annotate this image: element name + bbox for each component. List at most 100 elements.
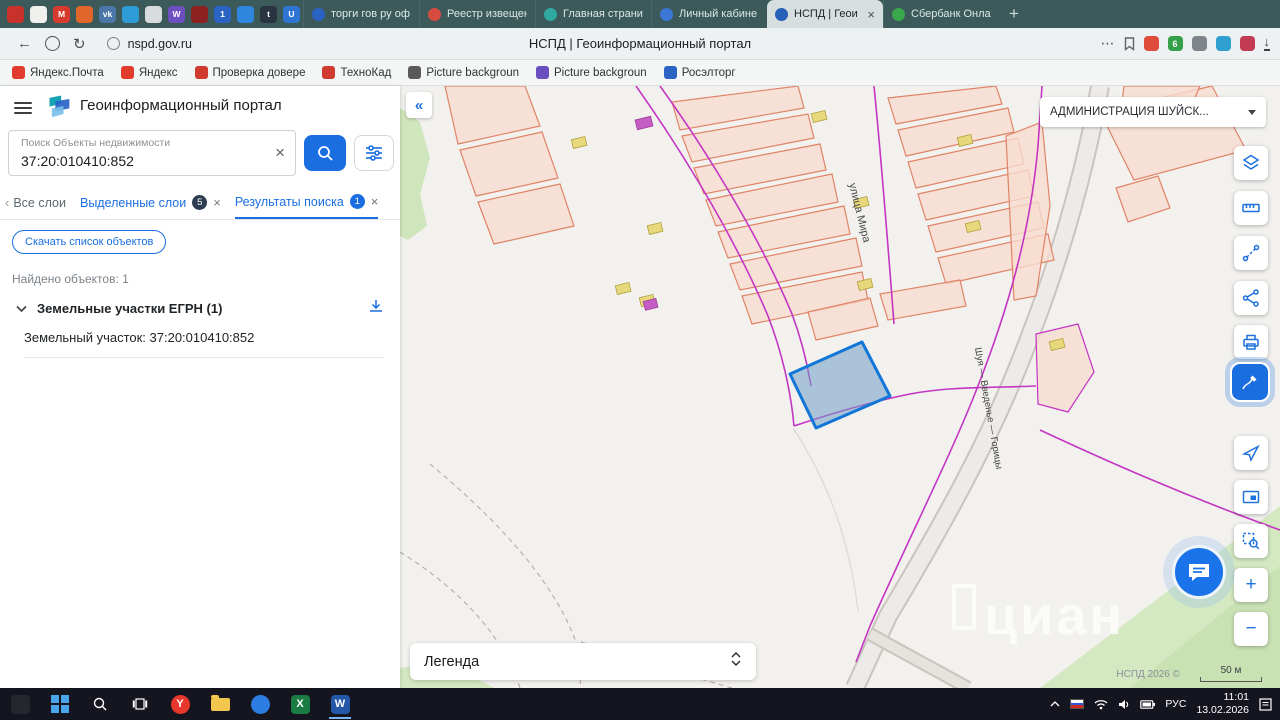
word-taskbar[interactable]: W xyxy=(320,688,360,720)
battery-icon[interactable] xyxy=(1140,699,1156,709)
navigation-arrow-icon xyxy=(1241,444,1260,462)
tab-close-icon[interactable]: × xyxy=(867,7,875,22)
tab-torgi[interactable]: торги гов ру оф xyxy=(303,0,419,28)
active-window-indicator xyxy=(329,717,351,719)
extension-icon[interactable] xyxy=(1215,36,1231,51)
overview-map-button[interactable] xyxy=(1234,480,1268,514)
url-text[interactable]: nspd.gov.ru xyxy=(128,37,192,51)
tab-sberbank[interactable]: Сбербанк Онла xyxy=(883,0,999,28)
tab-close-icon[interactable]: × xyxy=(213,195,221,210)
group-download-icon[interactable] xyxy=(368,298,384,319)
legend-bar[interactable]: Легенда xyxy=(410,643,756,680)
bookmark-item[interactable]: ТехноКад xyxy=(322,66,391,79)
downloads-icon[interactable]: ↓ xyxy=(1263,35,1270,51)
site-info-icon[interactable] xyxy=(106,37,120,50)
taskbar-search-button[interactable] xyxy=(80,688,120,720)
volume-icon[interactable] xyxy=(1118,699,1130,710)
more-menu-icon[interactable]: ⋯ xyxy=(1101,35,1115,52)
tab-label: Все слои xyxy=(13,195,66,210)
menu-hamburger-icon[interactable] xyxy=(14,99,32,117)
tab-lichny-kabinet[interactable]: Личный кабине xyxy=(651,0,767,28)
tab-nspd-active[interactable]: НСПД | Геои × xyxy=(767,0,883,28)
file-explorer-taskbar[interactable] xyxy=(200,688,240,720)
taskbar-clock[interactable]: 11:01 13.02.2026 xyxy=(1196,691,1249,717)
search-button[interactable] xyxy=(304,135,346,171)
pinned-tab[interactable]: W xyxy=(168,5,185,23)
locate-button[interactable] xyxy=(1234,436,1268,470)
pinned-tab[interactable]: t xyxy=(260,5,277,23)
action-center-icon[interactable] xyxy=(1259,697,1272,711)
pinned-tab[interactable] xyxy=(191,5,208,23)
result-item[interactable]: Земельный участок: 37:20:010410:852 xyxy=(24,330,384,358)
print-icon xyxy=(1243,334,1259,350)
pinned-tab[interactable]: U xyxy=(283,5,300,23)
map-canvas[interactable]: улица Мира Шуя — Введенье — Горицы циан … xyxy=(400,86,1280,688)
measure-button[interactable] xyxy=(1234,236,1268,270)
search-input[interactable]: Поиск Объекты недвижимости 37:20:010410:… xyxy=(8,130,296,176)
bookmark-item[interactable]: Проверка довере xyxy=(194,66,305,79)
windows-start-button[interactable] xyxy=(40,688,80,720)
new-tab-button[interactable]: + xyxy=(1009,4,1019,24)
draw-tool-button-active[interactable] xyxy=(1230,362,1270,402)
search-value[interactable]: 37:20:010410:852 xyxy=(21,153,134,169)
extension-icon[interactable]: 6 xyxy=(1167,36,1183,51)
extension-icon[interactable] xyxy=(1191,36,1207,51)
bookmark-item[interactable]: Picture backgroun xyxy=(408,66,519,79)
download-list-button[interactable]: Скачать список объектов xyxy=(12,230,167,254)
tab-search-results[interactable]: Результаты поиска 1 × xyxy=(234,186,379,219)
extension-icon[interactable] xyxy=(1143,36,1159,51)
blue-app-taskbar[interactable] xyxy=(240,688,280,720)
share-button[interactable] xyxy=(1234,281,1268,315)
area-search-button[interactable] xyxy=(1234,524,1268,558)
language-flag-icon[interactable] xyxy=(1070,699,1085,709)
collapse-panel-button[interactable]: « xyxy=(406,92,432,118)
draw-pen-icon xyxy=(1242,375,1257,390)
back-button[interactable]: ← xyxy=(17,35,32,52)
legend-expand-icon[interactable] xyxy=(730,650,742,673)
tab-selected-layers[interactable]: Выделенные слои 5 × xyxy=(80,186,221,219)
zoom-out-button[interactable]: − xyxy=(1234,612,1268,646)
pinned-tab[interactable] xyxy=(237,5,254,23)
taskbar-app-dark[interactable] xyxy=(0,688,40,720)
print-button[interactable] xyxy=(1234,325,1268,359)
bookmark-item[interactable]: Яндекс.Почта xyxy=(12,66,104,79)
screen: M vk W 1 t U торги гов ру оф Реестр изве… xyxy=(0,0,1280,720)
pinned-tab[interactable]: 1 xyxy=(214,5,231,23)
pinned-tab[interactable] xyxy=(30,5,47,23)
layers-button[interactable] xyxy=(1234,146,1268,180)
bookmark-favicon xyxy=(194,66,208,79)
language-indicator[interactable]: РУС xyxy=(1165,698,1186,710)
ruler-button[interactable] xyxy=(1234,191,1268,225)
pinned-tab[interactable]: M xyxy=(53,5,70,23)
tabs-scroll-left-icon[interactable]: ‹ xyxy=(5,195,9,210)
tab-close-icon[interactable]: × xyxy=(371,194,379,209)
filter-button[interactable] xyxy=(354,135,394,171)
scale-bar: 50 м xyxy=(1200,665,1262,682)
profile-badge-icon[interactable] xyxy=(45,36,60,51)
bookmark-item[interactable]: Яндекс xyxy=(120,66,178,79)
wifi-icon[interactable] xyxy=(1094,699,1108,710)
chat-button[interactable] xyxy=(1172,545,1226,599)
collections-flag-icon[interactable] xyxy=(1124,36,1135,51)
tab-all-layers[interactable]: Все слои xyxy=(13,186,66,219)
reload-button[interactable]: ↻ xyxy=(73,35,86,53)
bookmark-item[interactable]: Росэлторг xyxy=(663,66,736,79)
tab-reestr[interactable]: Реестр извещен xyxy=(419,0,535,28)
pinned-tab[interactable]: vk xyxy=(99,5,116,23)
bookmark-item[interactable]: Picture backgroun xyxy=(536,66,647,79)
yandex-browser-taskbar[interactable]: Y xyxy=(160,688,200,720)
pinned-tab[interactable] xyxy=(122,5,139,23)
extension-icon[interactable] xyxy=(1239,36,1255,51)
tab-glavnaya[interactable]: Главная страни xyxy=(535,0,651,28)
excel-taskbar[interactable]: X xyxy=(280,688,320,720)
result-group-row[interactable]: Земельные участки ЕГРН (1) xyxy=(16,298,384,319)
bookmark-label: Росэлторг xyxy=(681,66,736,79)
zoom-in-button[interactable]: + xyxy=(1234,568,1268,602)
pinned-tab[interactable] xyxy=(145,5,162,23)
pinned-tab[interactable] xyxy=(7,5,24,23)
task-view-button[interactable] xyxy=(120,688,160,720)
tray-expand-icon[interactable] xyxy=(1050,701,1060,707)
clear-search-icon[interactable]: × xyxy=(275,143,285,163)
pinned-tab[interactable] xyxy=(76,5,93,23)
bookmark-favicon xyxy=(663,66,677,79)
